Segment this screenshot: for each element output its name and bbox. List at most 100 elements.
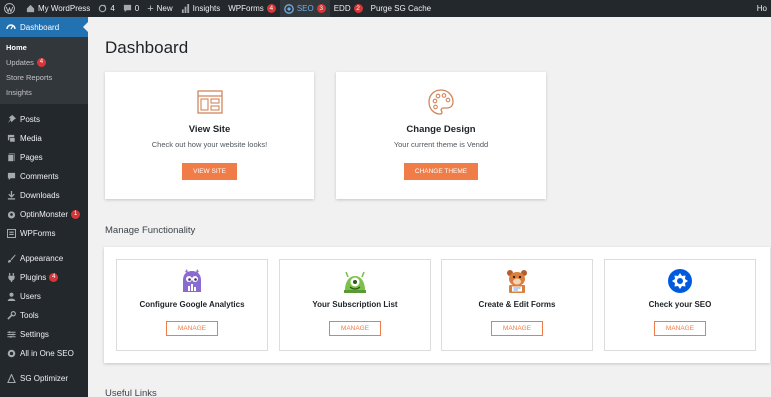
sidebar-item-comments[interactable]: Comments [0,167,88,186]
media-icon [6,134,16,144]
home-icon [26,4,35,13]
seo-badge: 3 [316,4,326,13]
updates-badge: 4 [36,58,46,67]
manage-analytics-button[interactable]: MANAGE [165,321,219,336]
plus-icon: + [147,2,154,15]
sidebar-item-label: Media [20,134,42,143]
sidebar-item-label: Settings [20,330,49,339]
submenu-item-home[interactable]: Home [0,40,88,55]
sidebar-item-tools[interactable]: Tools [0,306,88,325]
sidebar-item-pages[interactable]: Pages [0,148,88,167]
sidebar-item-downloads[interactable]: Downloads [0,186,88,205]
sg-optimizer-icon [6,374,16,384]
submenu-item-insights[interactable]: Insights [0,85,88,100]
user-icon [6,292,16,302]
aioseo-icon [283,3,294,14]
sidebar-item-label: Comments [20,172,59,181]
sidebar-item-sg-optimizer[interactable]: SG Optimizer [0,369,88,388]
page-icon [6,153,16,163]
sidebar-item-label: All in One SEO [20,349,74,358]
monsterinsights-icon [179,268,205,294]
manage-forms-button[interactable]: MANAGE [490,321,544,336]
sidebar-item-users[interactable]: Users [0,287,88,306]
main-content: Dashboard View Site Check out how your w… [88,17,771,397]
wpforms-bear-icon [504,268,530,294]
comments-menu[interactable]: 0 [119,0,143,17]
submenu-item-updates[interactable]: Updates 4 [0,55,88,70]
sidebar-item-label: Users [20,292,41,301]
browser-window-icon [196,88,224,116]
new-content-menu[interactable]: + New [143,0,176,17]
plugins-badge: 4 [49,273,59,282]
edd-badge: 2 [353,4,363,13]
comment-icon [6,172,16,182]
sidebar-item-posts[interactable]: Posts [0,110,88,129]
wpforms-label: WPForms [228,4,264,13]
sidebar-item-label: Appearance [20,254,64,263]
sidebar-item-settings[interactable]: Settings [0,325,88,344]
sidebar-item-label: Downloads [20,191,60,200]
sidebar-item-label: Tools [20,311,39,320]
site-name-menu[interactable]: My WordPress [22,0,94,17]
function-title: Check your SEO [648,300,712,309]
view-site-button[interactable]: VIEW SITE [182,163,237,180]
aioseo-icon [6,349,16,359]
sidebar-item-label: Posts [20,115,41,124]
admin-bar: My WordPress 4 0 + New Insights WPForms … [0,0,771,17]
seo-label: SEO [296,4,314,13]
site-name: My WordPress [38,4,91,13]
download-icon [6,191,16,201]
new-label: New [156,4,173,13]
view-site-title: View Site [188,124,231,135]
dashboard-submenu: Home Updates 4 Store Reports Insights [0,37,88,104]
insights-label: Insights [192,4,221,13]
change-design-title: Change Design [406,124,476,135]
sidebar-item-all-in-one-seo[interactable]: All in One SEO [0,344,88,363]
wpforms-menu[interactable]: WPForms 4 [224,0,280,17]
wordpress-icon [4,3,15,14]
settings-sliders-icon [6,330,16,340]
sidebar-item-plugins[interactable]: Plugins 4 [0,268,88,287]
optinmonster-icon [6,210,16,220]
function-title: Create & Edit Forms [478,300,556,309]
bar-chart-icon [181,4,190,13]
function-card-forms: Create & Edit Forms MANAGE [441,259,593,351]
function-title: Configure Google Analytics [139,300,245,309]
submenu-label: Insights [6,88,32,97]
sidebar-item-label: Dashboard [20,22,60,32]
function-card-subscription: Your Subscription List MANAGE [279,259,431,351]
howdy-label: Ho [756,4,767,13]
sidebar-item-dashboard[interactable]: Dashboard [0,17,88,37]
edd-label: EDD [333,4,351,13]
purge-cache-menu[interactable]: Purge SG Cache [367,0,435,17]
manage-seo-button[interactable]: MANAGE [653,321,707,336]
change-design-description: Your current theme is Vendd [393,140,489,149]
page-title: Dashboard [105,38,189,57]
wp-logo-menu[interactable] [0,0,22,17]
seo-menu[interactable]: SEO 3 [279,0,330,17]
functionality-panel: Configure Google Analytics MANAGE Your S… [104,247,770,363]
form-icon [6,229,16,239]
sidebar-item-label: SG Optimizer [20,374,69,383]
change-theme-button[interactable]: CHANGE THEME [403,163,479,180]
manage-functionality-heading: Manage Functionality [105,225,196,236]
insights-menu[interactable]: Insights [177,0,225,17]
edd-menu[interactable]: EDD 2 [330,0,367,17]
sidebar-item-appearance[interactable]: Appearance [0,249,88,268]
paintbrush-icon [6,254,16,264]
sidebar-item-label: Plugins [20,273,47,282]
sidebar-item-wpforms[interactable]: WPForms [0,224,88,243]
sidebar-item-media[interactable]: Media [0,129,88,148]
my-account-menu[interactable]: Ho [753,0,771,17]
optinmonster-badge: 1 [71,210,81,219]
sidebar-item-label: OptinMonster [20,210,69,219]
manage-subscription-button[interactable]: MANAGE [328,321,382,336]
submenu-item-store-reports[interactable]: Store Reports [0,70,88,85]
useful-links-heading: Useful Links [105,388,157,397]
updates-menu[interactable]: 4 [94,0,118,17]
updates-count: 4 [110,4,115,13]
sidebar-item-optinmonster[interactable]: OptinMonster 1 [0,205,88,224]
function-card-seo: Check your SEO MANAGE [604,259,756,351]
aioseo-logo-icon [667,268,693,294]
submenu-label: Store Reports [6,73,53,82]
